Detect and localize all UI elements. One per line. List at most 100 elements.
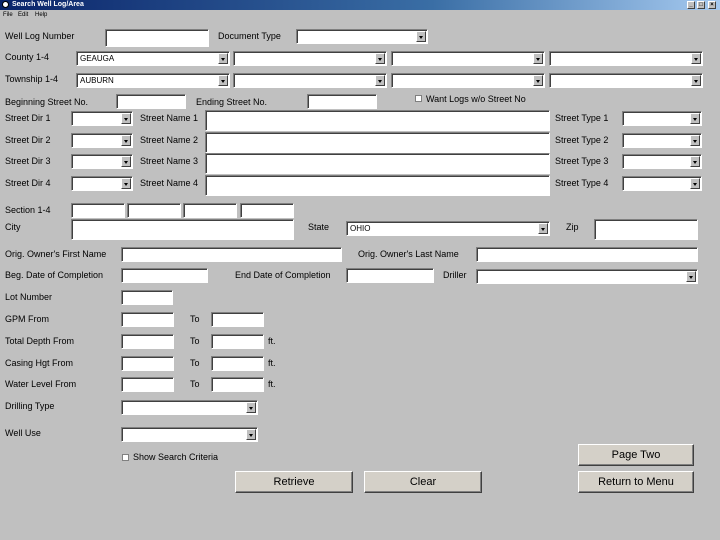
county-1-value: GEAUGA — [80, 54, 115, 63]
chevron-down-icon — [246, 429, 256, 440]
document-type-label: Document Type — [218, 31, 281, 41]
total-depth-from-label: Total Depth From — [5, 336, 75, 346]
chevron-down-icon — [690, 178, 700, 189]
close-icon[interactable]: × — [708, 1, 716, 9]
county-label: County 1-4 — [5, 52, 50, 62]
beg-date-input[interactable] — [121, 268, 208, 283]
orig-last-name-input[interactable] — [476, 247, 698, 262]
section-3-input[interactable] — [183, 203, 237, 218]
water-level-unit: ft. — [268, 379, 276, 389]
casing-hgt-from-input[interactable] — [121, 356, 174, 371]
street-type-2-select[interactable] — [622, 133, 702, 148]
retrieve-button[interactable]: Retrieve — [235, 471, 353, 493]
beginning-street-no-label: Beginning Street No. — [5, 97, 89, 107]
township-4-select[interactable] — [549, 73, 703, 88]
chevron-down-icon — [375, 75, 385, 86]
zip-label: Zip — [566, 222, 579, 232]
county-2-select[interactable] — [233, 51, 387, 66]
county-4-select[interactable] — [549, 51, 703, 66]
street-dir-2-label: Street Dir 2 — [5, 135, 51, 145]
township-2-select[interactable] — [233, 73, 387, 88]
chevron-down-icon — [691, 53, 701, 64]
street-type-1-select[interactable] — [622, 111, 702, 126]
gpm-from-label: GPM From — [5, 314, 49, 324]
end-date-label: End Date of Completion — [235, 270, 331, 280]
township-1-select[interactable]: AUBURN — [76, 73, 230, 88]
street-name-3-label: Street Name 3 — [140, 156, 199, 166]
street-name-2-label: Street Name 2 — [140, 135, 199, 145]
driller-label: Driller — [443, 270, 467, 280]
section-2-input[interactable] — [127, 203, 181, 218]
chevron-down-icon — [686, 271, 696, 282]
menu-file[interactable]: File — [3, 10, 13, 20]
casing-hgt-to-input[interactable] — [211, 356, 264, 371]
county-1-select[interactable]: GEAUGA — [76, 51, 230, 66]
well-log-number-label: Well Log Number — [5, 31, 75, 41]
chevron-down-icon — [218, 75, 228, 86]
street-type-4-label: Street Type 4 — [555, 178, 609, 188]
return-to-menu-button[interactable]: Return to Menu — [578, 471, 694, 493]
street-dir-3-select[interactable] — [71, 154, 133, 169]
street-name-1-input[interactable] — [205, 110, 550, 131]
state-label: State — [308, 222, 330, 232]
well-log-number-input[interactable] — [105, 29, 209, 47]
maximize-icon[interactable]: □ — [697, 1, 705, 9]
street-name-2-input[interactable] — [205, 132, 550, 153]
water-level-to-input[interactable] — [211, 377, 264, 392]
street-dir-3-label: Street Dir 3 — [5, 156, 51, 166]
street-name-4-input[interactable] — [205, 175, 550, 196]
beginning-street-no-input[interactable] — [116, 94, 186, 109]
street-dir-4-select[interactable] — [71, 176, 133, 191]
ending-street-no-input[interactable] — [307, 94, 377, 109]
county-3-select[interactable] — [391, 51, 545, 66]
street-dir-2-select[interactable] — [71, 133, 133, 148]
section-4-input[interactable] — [240, 203, 294, 218]
show-search-criteria-checkbox[interactable] — [122, 454, 129, 461]
app-icon — [2, 1, 9, 8]
drilling-type-label: Drilling Type — [5, 401, 55, 411]
chevron-down-icon — [121, 135, 131, 146]
street-dir-1-label: Street Dir 1 — [5, 113, 51, 123]
state-select[interactable]: OHIO — [346, 221, 550, 236]
chevron-down-icon — [416, 31, 426, 42]
orig-first-name-input[interactable] — [121, 247, 342, 262]
total-depth-from-input[interactable] — [121, 334, 174, 349]
casing-hgt-unit: ft. — [268, 358, 276, 368]
state-value: OHIO — [350, 224, 371, 233]
township-3-select[interactable] — [391, 73, 545, 88]
gpm-from-input[interactable] — [121, 312, 174, 327]
city-input[interactable] — [71, 219, 294, 240]
water-level-from-input[interactable] — [121, 377, 174, 392]
page-two-button[interactable]: Page Two — [578, 444, 694, 466]
chevron-down-icon — [690, 156, 700, 167]
zip-input[interactable] — [594, 219, 698, 240]
drilling-type-select[interactable] — [121, 400, 258, 415]
minimize-icon[interactable]: _ — [687, 1, 695, 9]
total-depth-unit: ft. — [268, 336, 276, 346]
well-use-select[interactable] — [121, 427, 258, 442]
street-type-4-select[interactable] — [622, 176, 702, 191]
casing-hgt-to-label: To — [190, 358, 200, 368]
street-dir-1-select[interactable] — [71, 111, 133, 126]
street-type-3-label: Street Type 3 — [555, 156, 609, 166]
driller-select[interactable] — [476, 269, 698, 284]
chevron-down-icon — [690, 113, 700, 124]
want-logs-label: Want Logs w/o Street No — [426, 94, 526, 104]
township-label: Township 1-4 — [5, 74, 59, 84]
end-date-input[interactable] — [346, 268, 434, 283]
water-level-from-label: Water Level From — [5, 379, 77, 389]
clear-button[interactable]: Clear — [364, 471, 482, 493]
street-name-3-input[interactable] — [205, 153, 550, 174]
section-1-input[interactable] — [71, 203, 125, 218]
chevron-down-icon — [533, 53, 543, 64]
street-type-3-select[interactable] — [622, 154, 702, 169]
menu-help[interactable]: Help — [35, 10, 47, 20]
want-logs-checkbox[interactable] — [415, 95, 422, 102]
orig-last-name-label: Orig. Owner's Last Name — [358, 249, 459, 259]
total-depth-to-input[interactable] — [211, 334, 264, 349]
document-type-select[interactable] — [296, 29, 428, 44]
menu-edit[interactable]: Edit — [18, 10, 28, 20]
gpm-to-input[interactable] — [211, 312, 264, 327]
lot-number-input[interactable] — [121, 290, 173, 305]
chevron-down-icon — [121, 113, 131, 124]
